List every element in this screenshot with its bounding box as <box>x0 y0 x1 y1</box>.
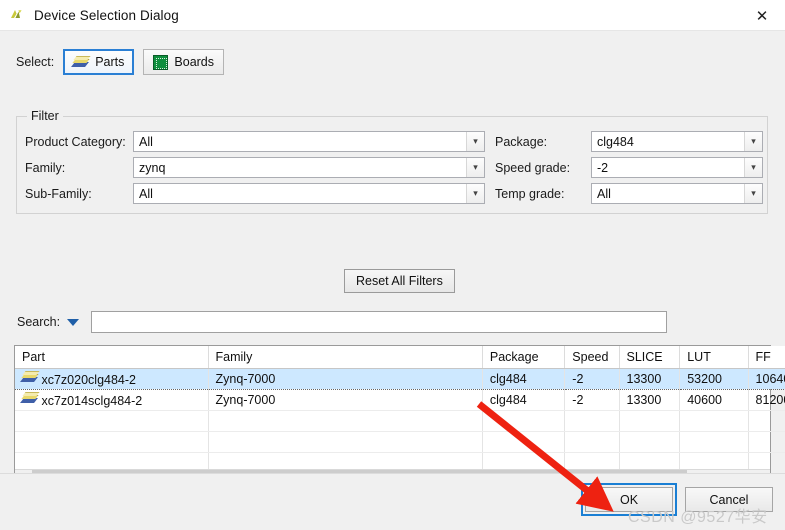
reset-all-filters-button[interactable]: Reset All Filters <box>344 269 455 293</box>
speed-grade-select[interactable]: -2 ▾ <box>591 157 763 178</box>
table-header-row: Part Family Package Speed SLICE LUT FF D… <box>15 346 785 369</box>
product-category-value: All <box>139 134 153 149</box>
column-header-ff[interactable]: FF <box>748 346 785 369</box>
sub-family-value: All <box>139 186 153 201</box>
speed-grade-label: Speed grade: <box>495 160 571 175</box>
close-icon[interactable]: ✕ <box>739 0 785 31</box>
sub-family-select[interactable]: All ▾ <box>133 183 485 204</box>
chevron-down-icon[interactable]: ▾ <box>466 184 484 203</box>
table-row[interactable] <box>15 410 785 432</box>
column-header-lut[interactable]: LUT <box>679 346 749 369</box>
cell-slice: 13300 <box>619 389 681 411</box>
sub-family-label: Sub-Family: <box>25 186 92 201</box>
cell-family: Zynq-7000 <box>208 389 483 411</box>
cell-part: xc7z014sclg484-2 <box>15 389 209 411</box>
part-name: xc7z020clg484-2 <box>41 373 136 387</box>
window-title: Device Selection Dialog <box>34 7 179 23</box>
chevron-down-icon[interactable]: ▾ <box>744 132 762 151</box>
temp-grade-label: Temp grade: <box>495 186 565 201</box>
speed-grade-row: Speed grade: -2 ▾ <box>495 157 763 178</box>
search-row: Search: <box>17 311 668 333</box>
speed-grade-value: -2 <box>597 160 609 175</box>
cell-ff: 81200 <box>748 389 785 411</box>
chevron-down-icon[interactable] <box>67 318 80 326</box>
chip-icon <box>71 55 91 69</box>
parts-toggle-button[interactable]: Parts <box>63 49 135 75</box>
sub-family-row: Sub-Family: All ▾ <box>25 183 485 204</box>
search-input[interactable] <box>91 311 668 333</box>
chevron-down-icon[interactable]: ▾ <box>466 132 484 151</box>
package-label: Package: <box>495 134 548 149</box>
family-select[interactable]: zynq ▾ <box>133 157 485 178</box>
cell-lut: 53200 <box>679 367 749 390</box>
filter-legend: Filter <box>27 109 63 123</box>
chevron-down-icon[interactable]: ▾ <box>744 158 762 177</box>
device-table-grid: Part Family Package Speed SLICE LUT FF D… <box>15 346 785 474</box>
product-category-select[interactable]: All ▾ <box>133 131 485 152</box>
cell-part: xc7z020clg484-2 <box>15 367 209 390</box>
watermark: CSDN @9527华安 <box>628 509 768 526</box>
dialog-body: Select: Parts Boards Filter Product Cate… <box>0 31 785 487</box>
chip-icon <box>20 370 40 384</box>
board-icon <box>153 54 169 70</box>
parts-label: Parts <box>95 55 125 69</box>
chevron-down-icon[interactable]: ▾ <box>466 158 484 177</box>
package-row: Package: clg484 ▾ <box>495 131 763 152</box>
select-row: Select: Parts Boards <box>16 49 225 75</box>
cell-family: Zynq-7000 <box>208 367 483 390</box>
cell-ff: 106400 <box>748 367 785 390</box>
cell-speed: -2 <box>564 389 620 411</box>
cell-speed: -2 <box>564 367 620 390</box>
filter-group: Filter Product Category: All ▾ Family: z… <box>16 109 768 214</box>
cell-slice: 13300 <box>619 367 681 390</box>
temp-grade-value: All <box>597 186 611 201</box>
family-row: Family: zynq ▾ <box>25 157 485 178</box>
boards-toggle-button[interactable]: Boards <box>143 49 225 75</box>
column-header-speed[interactable]: Speed <box>564 346 620 369</box>
select-label: Select: <box>16 55 55 69</box>
cell-package: clg484 <box>482 367 566 390</box>
package-select[interactable]: clg484 ▾ <box>591 131 763 152</box>
part-name: xc7z014sclg484-2 <box>41 394 143 408</box>
table-row[interactable]: xc7z014sclg484-2 Zynq-7000 clg484 -2 133… <box>15 389 785 411</box>
column-header-package[interactable]: Package <box>482 346 566 369</box>
package-value: clg484 <box>597 134 634 149</box>
table-row[interactable] <box>15 431 785 453</box>
cell-package: clg484 <box>482 389 566 411</box>
product-category-label: Product Category: <box>25 134 126 149</box>
search-label: Search: <box>17 315 61 329</box>
title-bar: Device Selection Dialog ✕ <box>0 0 785 31</box>
chip-icon <box>20 391 40 405</box>
chevron-down-icon[interactable]: ▾ <box>744 184 762 203</box>
vivado-icon <box>9 7 25 23</box>
temp-grade-row: Temp grade: All ▾ <box>495 183 763 204</box>
column-header-part[interactable]: Part <box>15 346 209 369</box>
column-header-slice[interactable]: SLICE <box>619 346 681 369</box>
boards-label: Boards <box>174 55 215 69</box>
table-row[interactable]: xc7z020clg484-2 Zynq-7000 clg484 -2 1330… <box>15 367 785 390</box>
device-table[interactable]: Part Family Package Speed SLICE LUT FF D… <box>14 345 785 487</box>
family-value: zynq <box>139 160 166 175</box>
family-label: Family: <box>25 160 66 175</box>
column-header-family[interactable]: Family <box>208 346 483 369</box>
product-category-row: Product Category: All ▾ <box>25 131 485 152</box>
cell-lut: 40600 <box>679 389 749 411</box>
temp-grade-select[interactable]: All ▾ <box>591 183 763 204</box>
